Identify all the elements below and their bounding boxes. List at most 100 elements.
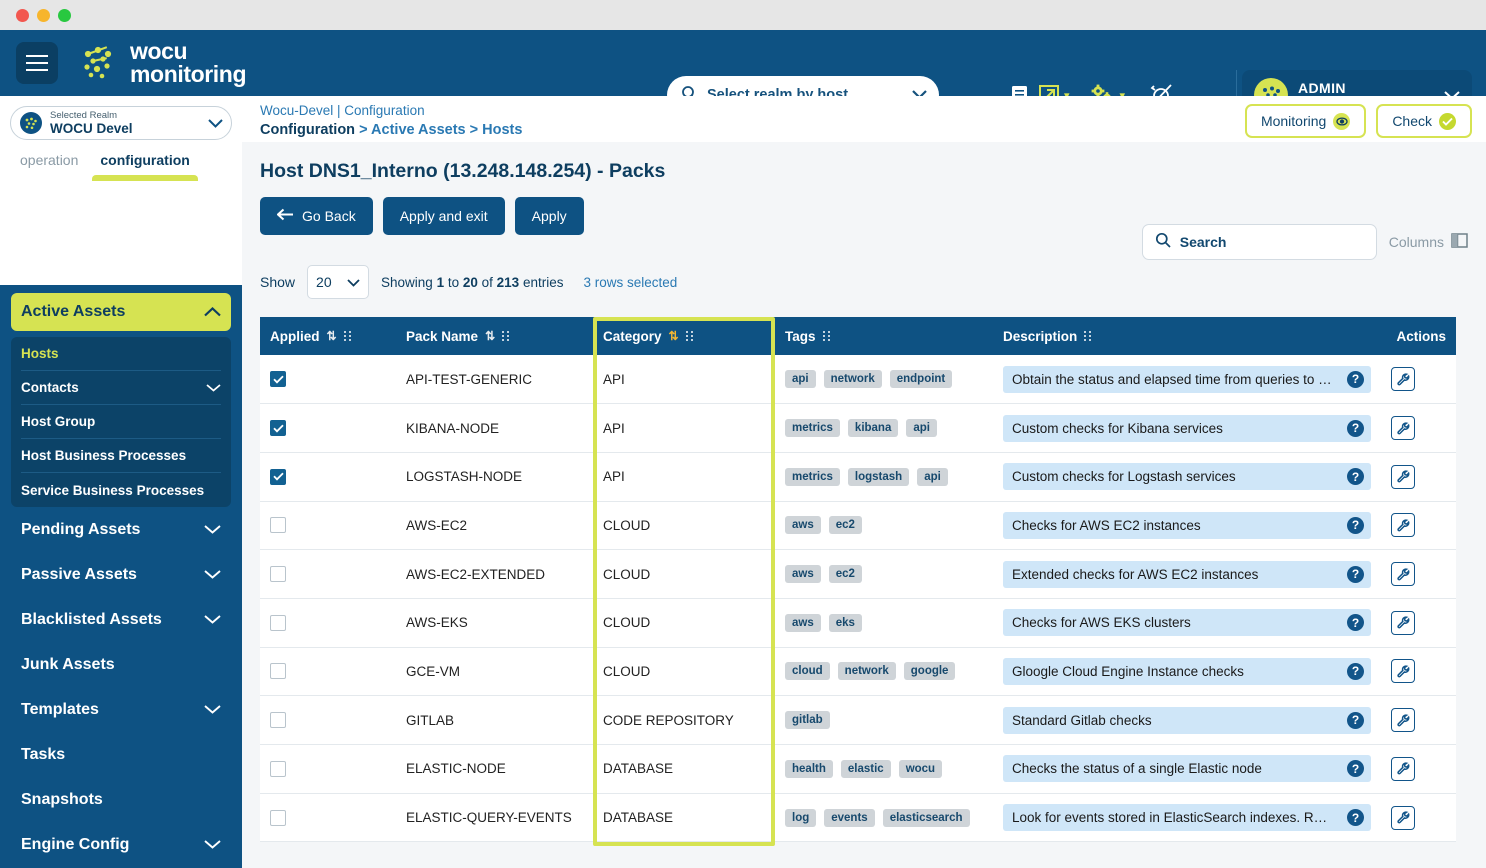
tag-chip[interactable]: metrics (785, 467, 840, 486)
table-row[interactable]: ELASTIC-QUERY-EVENTS DATABASE log events ela… (260, 793, 1456, 843)
sort-icon-active[interactable]: ⇅ (669, 329, 679, 343)
help-icon[interactable]: ? (1347, 419, 1364, 437)
configure-pack-button[interactable] (1391, 562, 1415, 587)
tag-chip[interactable]: api (785, 370, 816, 389)
configure-pack-button[interactable] (1391, 659, 1415, 684)
tag-chip[interactable]: logstash (847, 467, 910, 486)
table-row[interactable]: LOGSTASH-NODE API metrics logstash api Custom… (260, 452, 1456, 502)
tab-operation[interactable]: operation (20, 152, 78, 180)
configure-pack-button[interactable] (1391, 708, 1415, 733)
tag-chip[interactable]: endpoint (889, 370, 953, 389)
applied-checkbox[interactable] (270, 760, 286, 777)
configure-pack-button[interactable] (1391, 805, 1415, 830)
help-icon[interactable]: ? (1347, 760, 1364, 778)
sidebar-item-tasks[interactable]: Tasks (11, 732, 231, 777)
column-header-category[interactable]: Category ⇅ (593, 317, 775, 355)
breadcrumb-item-active-assets[interactable]: Active Assets (371, 122, 466, 138)
tag-chip[interactable]: network (837, 662, 896, 681)
apply-and-exit-button[interactable]: Apply and exit (382, 197, 505, 235)
table-row[interactable]: ELASTIC-NODE DATABASE health elastic wocu Che… (260, 744, 1456, 794)
applied-checkbox[interactable] (270, 420, 286, 437)
applied-checkbox[interactable] (270, 663, 286, 680)
sidebar-item-contacts[interactable]: Contacts (21, 371, 221, 405)
minimize-window-button[interactable] (37, 8, 50, 22)
configure-pack-button[interactable] (1391, 367, 1415, 392)
configure-pack-button[interactable] (1391, 610, 1415, 635)
check-button[interactable]: Check (1376, 104, 1472, 138)
tag-chip[interactable]: eks (828, 613, 862, 632)
configure-pack-button[interactable] (1391, 416, 1415, 441)
table-row[interactable]: API-TEST-GENERIC API api network endpoint Obt… (260, 355, 1456, 405)
column-header-tags[interactable]: Tags (775, 317, 993, 355)
help-icon[interactable]: ? (1347, 809, 1364, 827)
tab-configuration[interactable]: configuration (92, 152, 199, 181)
drag-handle-icon[interactable] (822, 331, 830, 341)
sidebar-item-service-business-processes[interactable]: Service Business Processes (21, 473, 221, 507)
tag-chip[interactable]: gitlab (785, 711, 830, 730)
sidebar-item-templates[interactable]: Templates (11, 687, 231, 732)
chevron-down-icon[interactable] (208, 115, 223, 131)
tag-chip[interactable]: api (906, 419, 937, 438)
tag-chip[interactable]: network (823, 370, 882, 389)
configure-pack-button[interactable] (1391, 513, 1415, 538)
selected-realm-selector[interactable]: Selected Realm WOCU Devel (10, 106, 232, 140)
tag-chip[interactable]: ec2 (828, 565, 862, 584)
tag-chip[interactable]: elastic (840, 759, 891, 778)
tag-chip[interactable]: log (785, 808, 817, 827)
tag-chip[interactable]: ec2 (828, 516, 862, 535)
table-row[interactable]: AWS-EC2-EXTENDED CLOUD aws ec2 Extended chec… (260, 549, 1456, 599)
drag-handle-icon[interactable] (502, 331, 510, 341)
tag-chip[interactable]: health (785, 759, 833, 778)
sidebar-item-hosts[interactable]: Hosts (21, 337, 221, 371)
applied-checkbox[interactable] (270, 468, 286, 485)
sidebar-item-host-group[interactable]: Host Group (21, 405, 221, 439)
configure-pack-button[interactable] (1391, 756, 1415, 781)
sidebar-item-snapshots[interactable]: Snapshots (11, 777, 231, 822)
tag-chip[interactable]: aws (785, 516, 821, 535)
applied-checkbox[interactable] (270, 371, 286, 388)
sort-icon[interactable]: ⇅ (485, 329, 495, 343)
drag-handle-icon[interactable] (343, 331, 351, 341)
tag-chip[interactable]: metrics (785, 419, 840, 438)
help-icon[interactable]: ? (1347, 662, 1364, 680)
table-row[interactable]: AWS-EC2 CLOUD aws ec2 Checks for AWS EC2 ins… (260, 501, 1456, 551)
configure-pack-button[interactable] (1391, 464, 1415, 489)
sidebar-item-blacklisted-assets[interactable]: Blacklisted Assets (11, 597, 231, 642)
tag-chip[interactable]: google (903, 662, 956, 681)
drag-handle-icon[interactable] (685, 331, 693, 341)
applied-checkbox[interactable] (270, 517, 286, 534)
sidebar-item-pending-assets[interactable]: Pending Assets (11, 507, 231, 552)
applied-checkbox[interactable] (270, 566, 286, 583)
tag-chip[interactable]: kibana (847, 419, 899, 438)
apply-button[interactable]: Apply (514, 197, 584, 235)
breadcrumb-item-hosts[interactable]: Hosts (482, 122, 522, 138)
help-icon[interactable]: ? (1347, 565, 1364, 583)
help-icon[interactable]: ? (1347, 711, 1364, 729)
go-back-button[interactable]: Go Back (260, 197, 373, 235)
sidebar-item-engine-config[interactable]: Engine Config (11, 822, 231, 867)
help-icon[interactable]: ? (1347, 468, 1364, 486)
page-size-select[interactable]: 20 (307, 265, 370, 299)
tag-chip[interactable]: events (824, 808, 875, 827)
sidebar-item-junk-assets[interactable]: Junk Assets (11, 642, 231, 687)
applied-checkbox[interactable] (270, 712, 286, 729)
column-header-applied[interactable]: Applied ⇅ (260, 317, 396, 355)
help-icon[interactable]: ? (1347, 370, 1364, 388)
breadcrumb-item-configuration[interactable]: Configuration (260, 122, 355, 138)
hamburger-menu-icon[interactable] (16, 42, 58, 84)
help-icon[interactable]: ? (1347, 614, 1364, 632)
sidebar-item-passive-assets[interactable]: Passive Assets (11, 552, 231, 597)
columns-button[interactable]: Columns (1389, 233, 1468, 251)
table-row[interactable]: GCE-VM CLOUD cloud network google Gloogle Clo… (260, 647, 1456, 697)
table-row[interactable]: KIBANA-NODE API metrics kibana api Custom che… (260, 403, 1456, 453)
tag-chip[interactable]: api (917, 467, 948, 486)
maximize-window-button[interactable] (58, 8, 71, 22)
column-header-pack-name[interactable]: Pack Name ⇅ (396, 317, 593, 355)
tag-chip[interactable]: elasticsearch (882, 808, 970, 827)
search-input[interactable]: Search (1141, 224, 1377, 260)
sort-icon[interactable]: ⇅ (327, 329, 337, 343)
monitoring-button[interactable]: Monitoring (1244, 104, 1367, 138)
drag-handle-icon[interactable] (1084, 331, 1092, 341)
table-row[interactable]: AWS-EKS CLOUD aws eks Checks for AWS EKS clu… (260, 598, 1456, 648)
sidebar-item-host-business-processes[interactable]: Host Business Processes (21, 439, 221, 473)
